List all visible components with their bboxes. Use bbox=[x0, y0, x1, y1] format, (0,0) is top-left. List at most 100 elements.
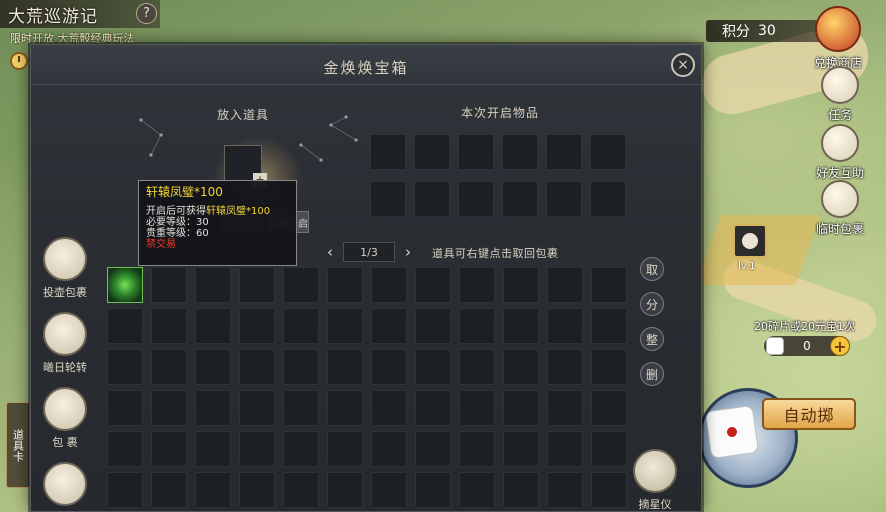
opened-item-slot[interactable] bbox=[414, 134, 450, 170]
opened-item-slot[interactable] bbox=[546, 181, 582, 217]
exchange-shop-button[interactable]: 兑换商店 bbox=[808, 6, 868, 71]
bag-slot[interactable] bbox=[503, 472, 539, 508]
bag-slot[interactable] bbox=[151, 431, 187, 467]
bag-slot[interactable] bbox=[459, 349, 495, 385]
bag-slot[interactable] bbox=[415, 349, 451, 385]
bag-slot[interactable] bbox=[283, 308, 319, 344]
delete-button[interactable]: 删 bbox=[640, 362, 664, 386]
opened-item-slot[interactable] bbox=[370, 181, 406, 217]
close-button[interactable]: × bbox=[671, 53, 695, 77]
bag-slot[interactable] bbox=[547, 390, 583, 426]
menu-item-package[interactable]: 包 裹 bbox=[39, 387, 91, 450]
bag-slot[interactable] bbox=[371, 390, 407, 426]
opened-item-slot[interactable] bbox=[414, 181, 450, 217]
bag-slot[interactable] bbox=[371, 472, 407, 508]
bag-slot[interactable] bbox=[591, 390, 627, 426]
bag-slot[interactable] bbox=[107, 308, 143, 344]
bag-slot[interactable] bbox=[239, 308, 275, 344]
bag-slot[interactable] bbox=[371, 431, 407, 467]
dice-icon[interactable] bbox=[704, 404, 760, 460]
help-icon[interactable]: ? bbox=[136, 3, 157, 24]
opened-item-slot[interactable] bbox=[458, 181, 494, 217]
sort-button[interactable]: 整 bbox=[640, 327, 664, 351]
bag-slot[interactable] bbox=[371, 308, 407, 344]
bag-slot[interactable] bbox=[151, 349, 187, 385]
star-picker-button[interactable]: 摘星仪 bbox=[629, 449, 681, 512]
bag-slot[interactable] bbox=[239, 472, 275, 508]
bag-slot[interactable] bbox=[591, 308, 627, 344]
bag-slot[interactable] bbox=[327, 390, 363, 426]
bag-slot[interactable] bbox=[327, 349, 363, 385]
split-button[interactable]: 分 bbox=[640, 292, 664, 316]
bag-slot[interactable] bbox=[283, 431, 319, 467]
bag-slot[interactable] bbox=[283, 472, 319, 508]
bag-slot[interactable] bbox=[547, 349, 583, 385]
bag-slot[interactable] bbox=[195, 267, 231, 303]
bag-slot[interactable] bbox=[283, 267, 319, 303]
bag-slot[interactable] bbox=[459, 267, 495, 303]
task-button[interactable]: 任务 bbox=[810, 66, 870, 123]
opened-item-slot[interactable] bbox=[458, 134, 494, 170]
bag-slot[interactable] bbox=[547, 308, 583, 344]
bag-slot[interactable] bbox=[591, 349, 627, 385]
bag-slot[interactable] bbox=[239, 267, 275, 303]
bag-slot[interactable] bbox=[327, 308, 363, 344]
bag-slot[interactable] bbox=[503, 308, 539, 344]
bag-slot[interactable] bbox=[591, 431, 627, 467]
bag-slot[interactable] bbox=[459, 431, 495, 467]
bag-slot[interactable] bbox=[195, 472, 231, 508]
bag-slot[interactable] bbox=[547, 431, 583, 467]
bag-slot[interactable] bbox=[327, 267, 363, 303]
bag-slot[interactable] bbox=[503, 431, 539, 467]
opened-item-slot[interactable] bbox=[546, 134, 582, 170]
add-dice-button[interactable]: + bbox=[830, 336, 850, 356]
temp-bag-button[interactable]: 临时包裹 bbox=[810, 180, 870, 237]
bag-item-jade[interactable] bbox=[107, 267, 143, 303]
take-button[interactable]: 取 bbox=[640, 257, 664, 281]
page-prev-button[interactable]: ‹ bbox=[323, 243, 337, 261]
bag-slot[interactable] bbox=[415, 308, 451, 344]
bag-slot[interactable] bbox=[327, 431, 363, 467]
bag-slot[interactable] bbox=[239, 349, 275, 385]
player-piece-icon[interactable] bbox=[733, 224, 767, 258]
bag-slot[interactable] bbox=[503, 390, 539, 426]
item-card-tab[interactable]: 道具卡 bbox=[6, 402, 30, 488]
opened-item-slot[interactable] bbox=[370, 134, 406, 170]
bag-slot[interactable] bbox=[195, 431, 231, 467]
bag-slot[interactable] bbox=[327, 472, 363, 508]
bag-slot[interactable] bbox=[107, 349, 143, 385]
friend-help-button[interactable]: 好友互助 bbox=[810, 124, 870, 181]
bag-slot[interactable] bbox=[503, 349, 539, 385]
bag-slot[interactable] bbox=[591, 472, 627, 508]
bag-slot[interactable] bbox=[239, 390, 275, 426]
bag-slot[interactable] bbox=[459, 390, 495, 426]
bag-slot[interactable] bbox=[239, 431, 275, 467]
bag-slot[interactable] bbox=[459, 472, 495, 508]
opened-item-slot[interactable] bbox=[502, 134, 538, 170]
opened-item-slot[interactable] bbox=[502, 181, 538, 217]
bag-slot[interactable] bbox=[195, 390, 231, 426]
bag-slot[interactable] bbox=[283, 390, 319, 426]
bag-slot[interactable] bbox=[415, 472, 451, 508]
bag-slot[interactable] bbox=[415, 431, 451, 467]
menu-item-convert[interactable]: 转 换 bbox=[39, 462, 91, 512]
bag-slot[interactable] bbox=[591, 267, 627, 303]
bag-slot[interactable] bbox=[107, 390, 143, 426]
bag-slot[interactable] bbox=[195, 349, 231, 385]
bag-slot[interactable] bbox=[151, 308, 187, 344]
bag-slot[interactable] bbox=[371, 349, 407, 385]
bag-slot[interactable] bbox=[195, 308, 231, 344]
bag-slot[interactable] bbox=[503, 267, 539, 303]
bag-slot[interactable] bbox=[151, 267, 187, 303]
bag-slot[interactable] bbox=[107, 472, 143, 508]
menu-item-sun-wheel[interactable]: 曦日轮转 bbox=[39, 312, 91, 375]
bag-slot[interactable] bbox=[151, 472, 187, 508]
bag-slot[interactable] bbox=[151, 390, 187, 426]
bag-slot[interactable] bbox=[547, 267, 583, 303]
page-next-button[interactable]: › bbox=[401, 243, 415, 261]
opened-item-slot[interactable] bbox=[590, 181, 626, 217]
bag-slot[interactable] bbox=[283, 349, 319, 385]
bag-slot[interactable] bbox=[107, 431, 143, 467]
bag-slot[interactable] bbox=[459, 308, 495, 344]
menu-item-toss-bag[interactable]: 投壶包裹 bbox=[39, 237, 91, 300]
